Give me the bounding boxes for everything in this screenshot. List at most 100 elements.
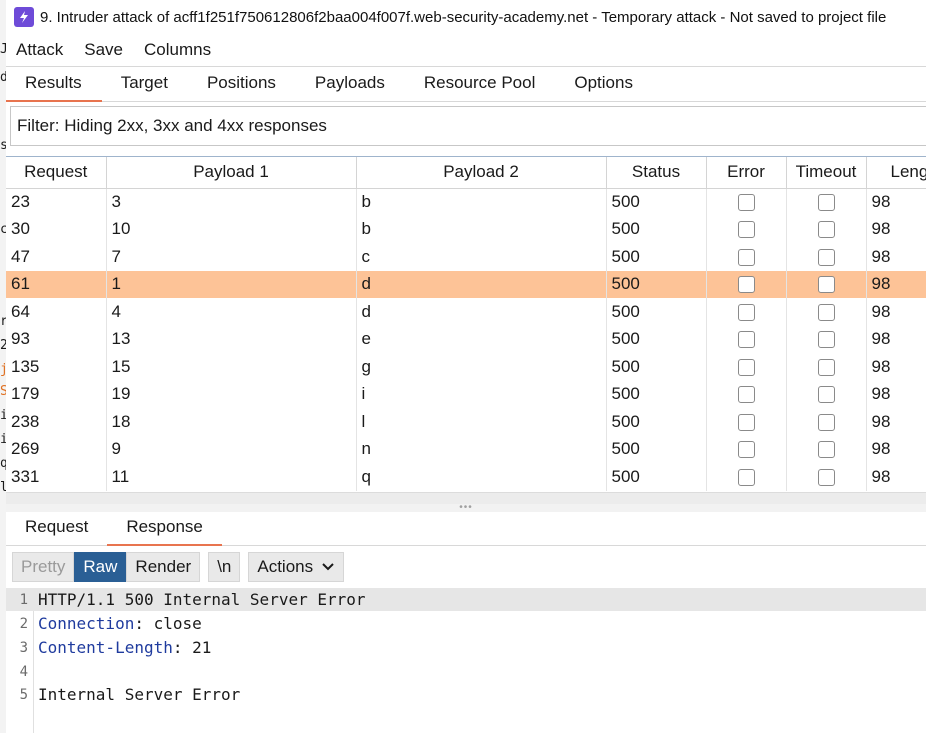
error-checkbox[interactable] [737, 386, 755, 404]
column-status[interactable]: Status [606, 157, 707, 189]
cell-payload-1: 3 [106, 188, 357, 216]
cell-status: 500 [606, 463, 707, 491]
table-row[interactable]: 61 1 d 500 98 [6, 270, 926, 298]
timeout-checkbox[interactable] [817, 441, 835, 459]
results-table: Request Payload 1 Payload 2 Status Error… [6, 156, 926, 504]
cell-status: 500 [606, 408, 707, 436]
timeout-checkbox[interactable] [817, 248, 835, 266]
line-number: 2 [19, 615, 28, 632]
response-editor[interactable]: 1 HTTP/1.1 500 Internal Server Error 2 Conn… [6, 588, 926, 733]
tab-request[interactable]: Request [6, 517, 107, 545]
actions-button[interactable]: Actions [248, 552, 345, 582]
error-checkbox[interactable] [737, 358, 755, 376]
timeout-checkbox[interactable] [817, 331, 835, 349]
column-length[interactable]: Length [866, 157, 926, 189]
cell-timeout [786, 325, 867, 353]
cell-status: 500 [606, 215, 707, 243]
column-timeout[interactable]: Timeout [786, 157, 867, 189]
cell-error [706, 270, 787, 298]
timeout-checkbox[interactable] [817, 386, 835, 404]
timeout-checkbox[interactable] [817, 221, 835, 239]
cell-payload-1: 10 [106, 215, 357, 243]
line-number: 3 [19, 639, 28, 656]
tab-resource-pool[interactable]: Resource Pool [405, 73, 556, 101]
response-line: 2 Connection: close [6, 612, 926, 635]
cell-length: 98 [866, 270, 926, 298]
table-row[interactable]: 93 13 e 500 98 [6, 325, 926, 353]
cell-timeout [786, 435, 867, 463]
error-checkbox[interactable] [737, 303, 755, 321]
cell-length: 98 [866, 408, 926, 436]
error-checkbox[interactable] [737, 331, 755, 349]
line-number: 5 [19, 686, 28, 703]
table-row[interactable]: 331 11 q 500 98 [6, 463, 926, 491]
table-row[interactable]: 269 9 n 500 98 [6, 435, 926, 463]
menu-save[interactable]: Save [84, 40, 123, 60]
table-row[interactable]: 23 3 b 500 98 [6, 188, 926, 216]
error-checkbox[interactable] [737, 468, 755, 486]
column-payload-1[interactable]: Payload 1 [106, 157, 357, 189]
cell-length: 98 [866, 243, 926, 271]
pretty-button[interactable]: Pretty [12, 552, 75, 582]
cell-payload-1: 9 [106, 435, 357, 463]
results-filter-bar[interactable]: Filter: Hiding 2xx, 3xx and 4xx response… [10, 106, 926, 146]
column-payload-2[interactable]: Payload 2 [356, 157, 607, 189]
cell-timeout [786, 270, 867, 298]
render-button[interactable]: Render [126, 552, 201, 582]
cell-status: 500 [606, 435, 707, 463]
tab-results[interactable]: Results [6, 73, 102, 102]
cell-request: 30 [6, 215, 107, 243]
table-row[interactable]: 179 19 i 500 98 [6, 380, 926, 408]
table-row[interactable]: 135 15 g 500 98 [6, 353, 926, 381]
error-checkbox[interactable] [737, 248, 755, 266]
cell-payload-1: 1 [106, 270, 357, 298]
cell-request: 238 [6, 408, 107, 436]
cell-error [706, 298, 787, 326]
error-checkbox[interactable] [737, 194, 755, 212]
table-row[interactable]: 238 18 l 500 98 [6, 408, 926, 436]
newline-toggle-button[interactable]: \n [208, 552, 241, 582]
table-row[interactable]: 47 7 c 500 98 [6, 243, 926, 271]
pane-splitter[interactable]: ••• [6, 503, 926, 513]
line-text: Internal Server Error [38, 685, 241, 704]
tab-response[interactable]: Response [107, 517, 222, 546]
menu-bar: Attack Save Columns [6, 34, 926, 66]
menu-attack[interactable]: Attack [16, 40, 63, 60]
timeout-checkbox[interactable] [817, 358, 835, 376]
table-row[interactable]: 30 10 b 500 98 [6, 215, 926, 243]
intruder-attack-window: 9. Intruder attack of acff1f251f75061280… [6, 0, 926, 733]
cell-payload-1: 4 [106, 298, 357, 326]
window-title: 9. Intruder attack of acff1f251f75061280… [40, 8, 887, 26]
error-checkbox[interactable] [737, 221, 755, 239]
cell-payload-2: e [356, 325, 607, 353]
cell-error [706, 463, 787, 491]
cell-timeout [786, 188, 867, 216]
cell-timeout [786, 298, 867, 326]
cell-error [706, 215, 787, 243]
tab-positions[interactable]: Positions [188, 73, 296, 101]
raw-button[interactable]: Raw [74, 552, 127, 582]
timeout-checkbox[interactable] [817, 194, 835, 212]
cell-status: 500 [606, 325, 707, 353]
table-row[interactable]: 64 4 d 500 98 [6, 298, 926, 326]
tab-payloads[interactable]: Payloads [296, 73, 405, 101]
timeout-checkbox[interactable] [817, 468, 835, 486]
column-request[interactable]: Request [6, 157, 107, 189]
tab-options[interactable]: Options [555, 73, 653, 101]
cell-request: 331 [6, 463, 107, 491]
timeout-checkbox[interactable] [817, 413, 835, 431]
menu-columns[interactable]: Columns [144, 40, 211, 60]
error-checkbox[interactable] [737, 276, 755, 294]
timeout-checkbox[interactable] [817, 303, 835, 321]
error-checkbox[interactable] [737, 441, 755, 459]
cell-error [706, 353, 787, 381]
column-error[interactable]: Error [706, 157, 787, 189]
message-tabs: Request Response [6, 512, 926, 546]
error-checkbox[interactable] [737, 413, 755, 431]
tab-target[interactable]: Target [102, 73, 188, 101]
line-content: Content-Length: 21 [38, 638, 212, 657]
cell-error [706, 408, 787, 436]
cell-payload-2: b [356, 188, 607, 216]
cell-payload-1: 19 [106, 380, 357, 408]
timeout-checkbox[interactable] [817, 276, 835, 294]
